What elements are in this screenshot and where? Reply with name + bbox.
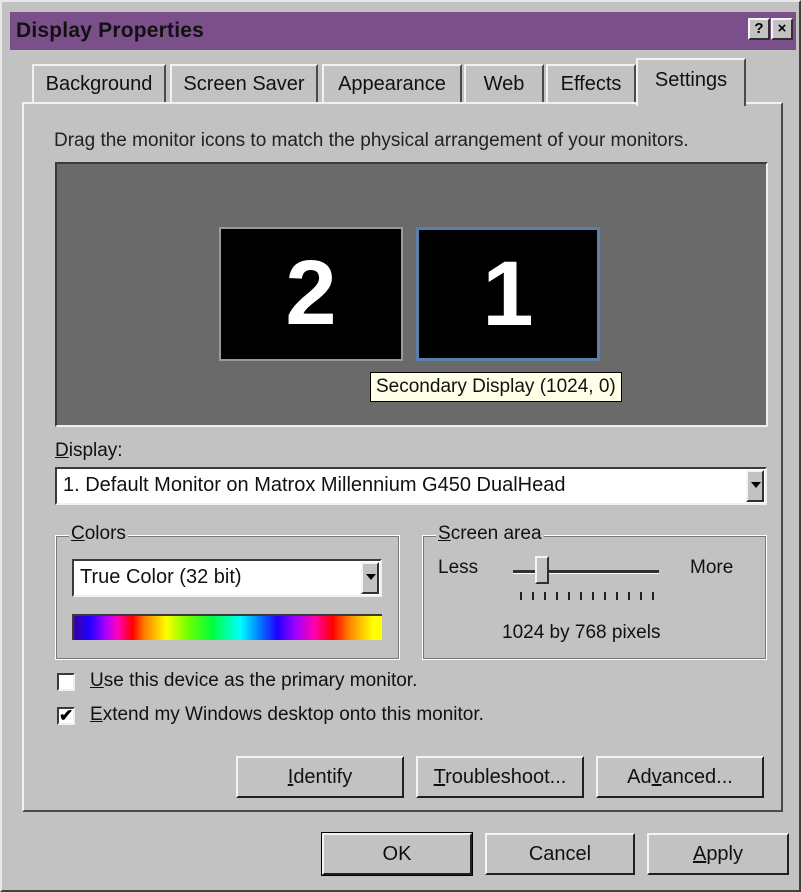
chevron-down-icon[interactable] [361,562,379,594]
display-select[interactable]: 1. Default Monitor on Matrox Millennium … [55,467,767,505]
tab-web[interactable]: Web [464,64,544,102]
tab-effects[interactable]: Effects [546,64,636,102]
screen-area-legend: Screen area [436,523,544,545]
apply-button[interactable]: Apply [647,833,789,875]
monitor-2-icon[interactable]: 2 [219,227,403,361]
close-button[interactable]: × [771,18,793,40]
color-spectrum-bar [72,614,382,640]
tab-appearance[interactable]: Appearance [322,64,462,102]
primary-monitor-checkbox[interactable] [57,673,75,691]
troubleshoot-button[interactable]: Troubleshoot... [416,756,584,798]
checkmark-icon: ✔ [59,706,74,725]
instruction-text: Drag the monitor icons to match the phys… [54,130,689,151]
chevron-down-icon[interactable] [746,470,764,502]
resolution-text: 1024 by 768 pixels [502,622,661,643]
title-bar[interactable]: Display Properties ? × [10,12,796,50]
tab-screen-saver[interactable]: Screen Saver [170,64,318,102]
colors-select-value: True Color (32 bit) [80,566,242,588]
display-label: Display: [55,440,123,461]
colors-group: Colors [55,523,400,660]
advanced-button[interactable]: Advanced... [596,756,764,798]
extend-desktop-label[interactable]: Extend my Windows desktop onto this moni… [90,704,484,726]
display-select-value: 1. Default Monitor on Matrox Millennium … [63,474,566,496]
tab-settings[interactable]: Settings [636,58,746,106]
help-button[interactable]: ? [748,18,770,40]
monitor-tooltip: Secondary Display (1024, 0) [370,372,622,402]
ok-button[interactable]: OK [321,832,473,876]
monitor-1-icon[interactable]: 1 [416,227,600,361]
cancel-button[interactable]: Cancel [485,833,635,875]
window-title: Display Properties [16,19,205,42]
slider-ticks [520,592,655,600]
tab-background[interactable]: Background [32,64,166,102]
extend-desktop-checkbox[interactable]: ✔ [57,707,75,725]
slider-less-label: Less [438,557,479,578]
slider-more-label: More [690,557,734,578]
colors-legend: Colors [69,523,128,545]
resolution-slider-thumb[interactable] [535,556,550,584]
identify-button[interactable]: Identify [236,756,404,798]
colors-select[interactable]: True Color (32 bit) [72,559,382,597]
primary-monitor-label[interactable]: Use this device as the primary monitor. [90,670,417,692]
